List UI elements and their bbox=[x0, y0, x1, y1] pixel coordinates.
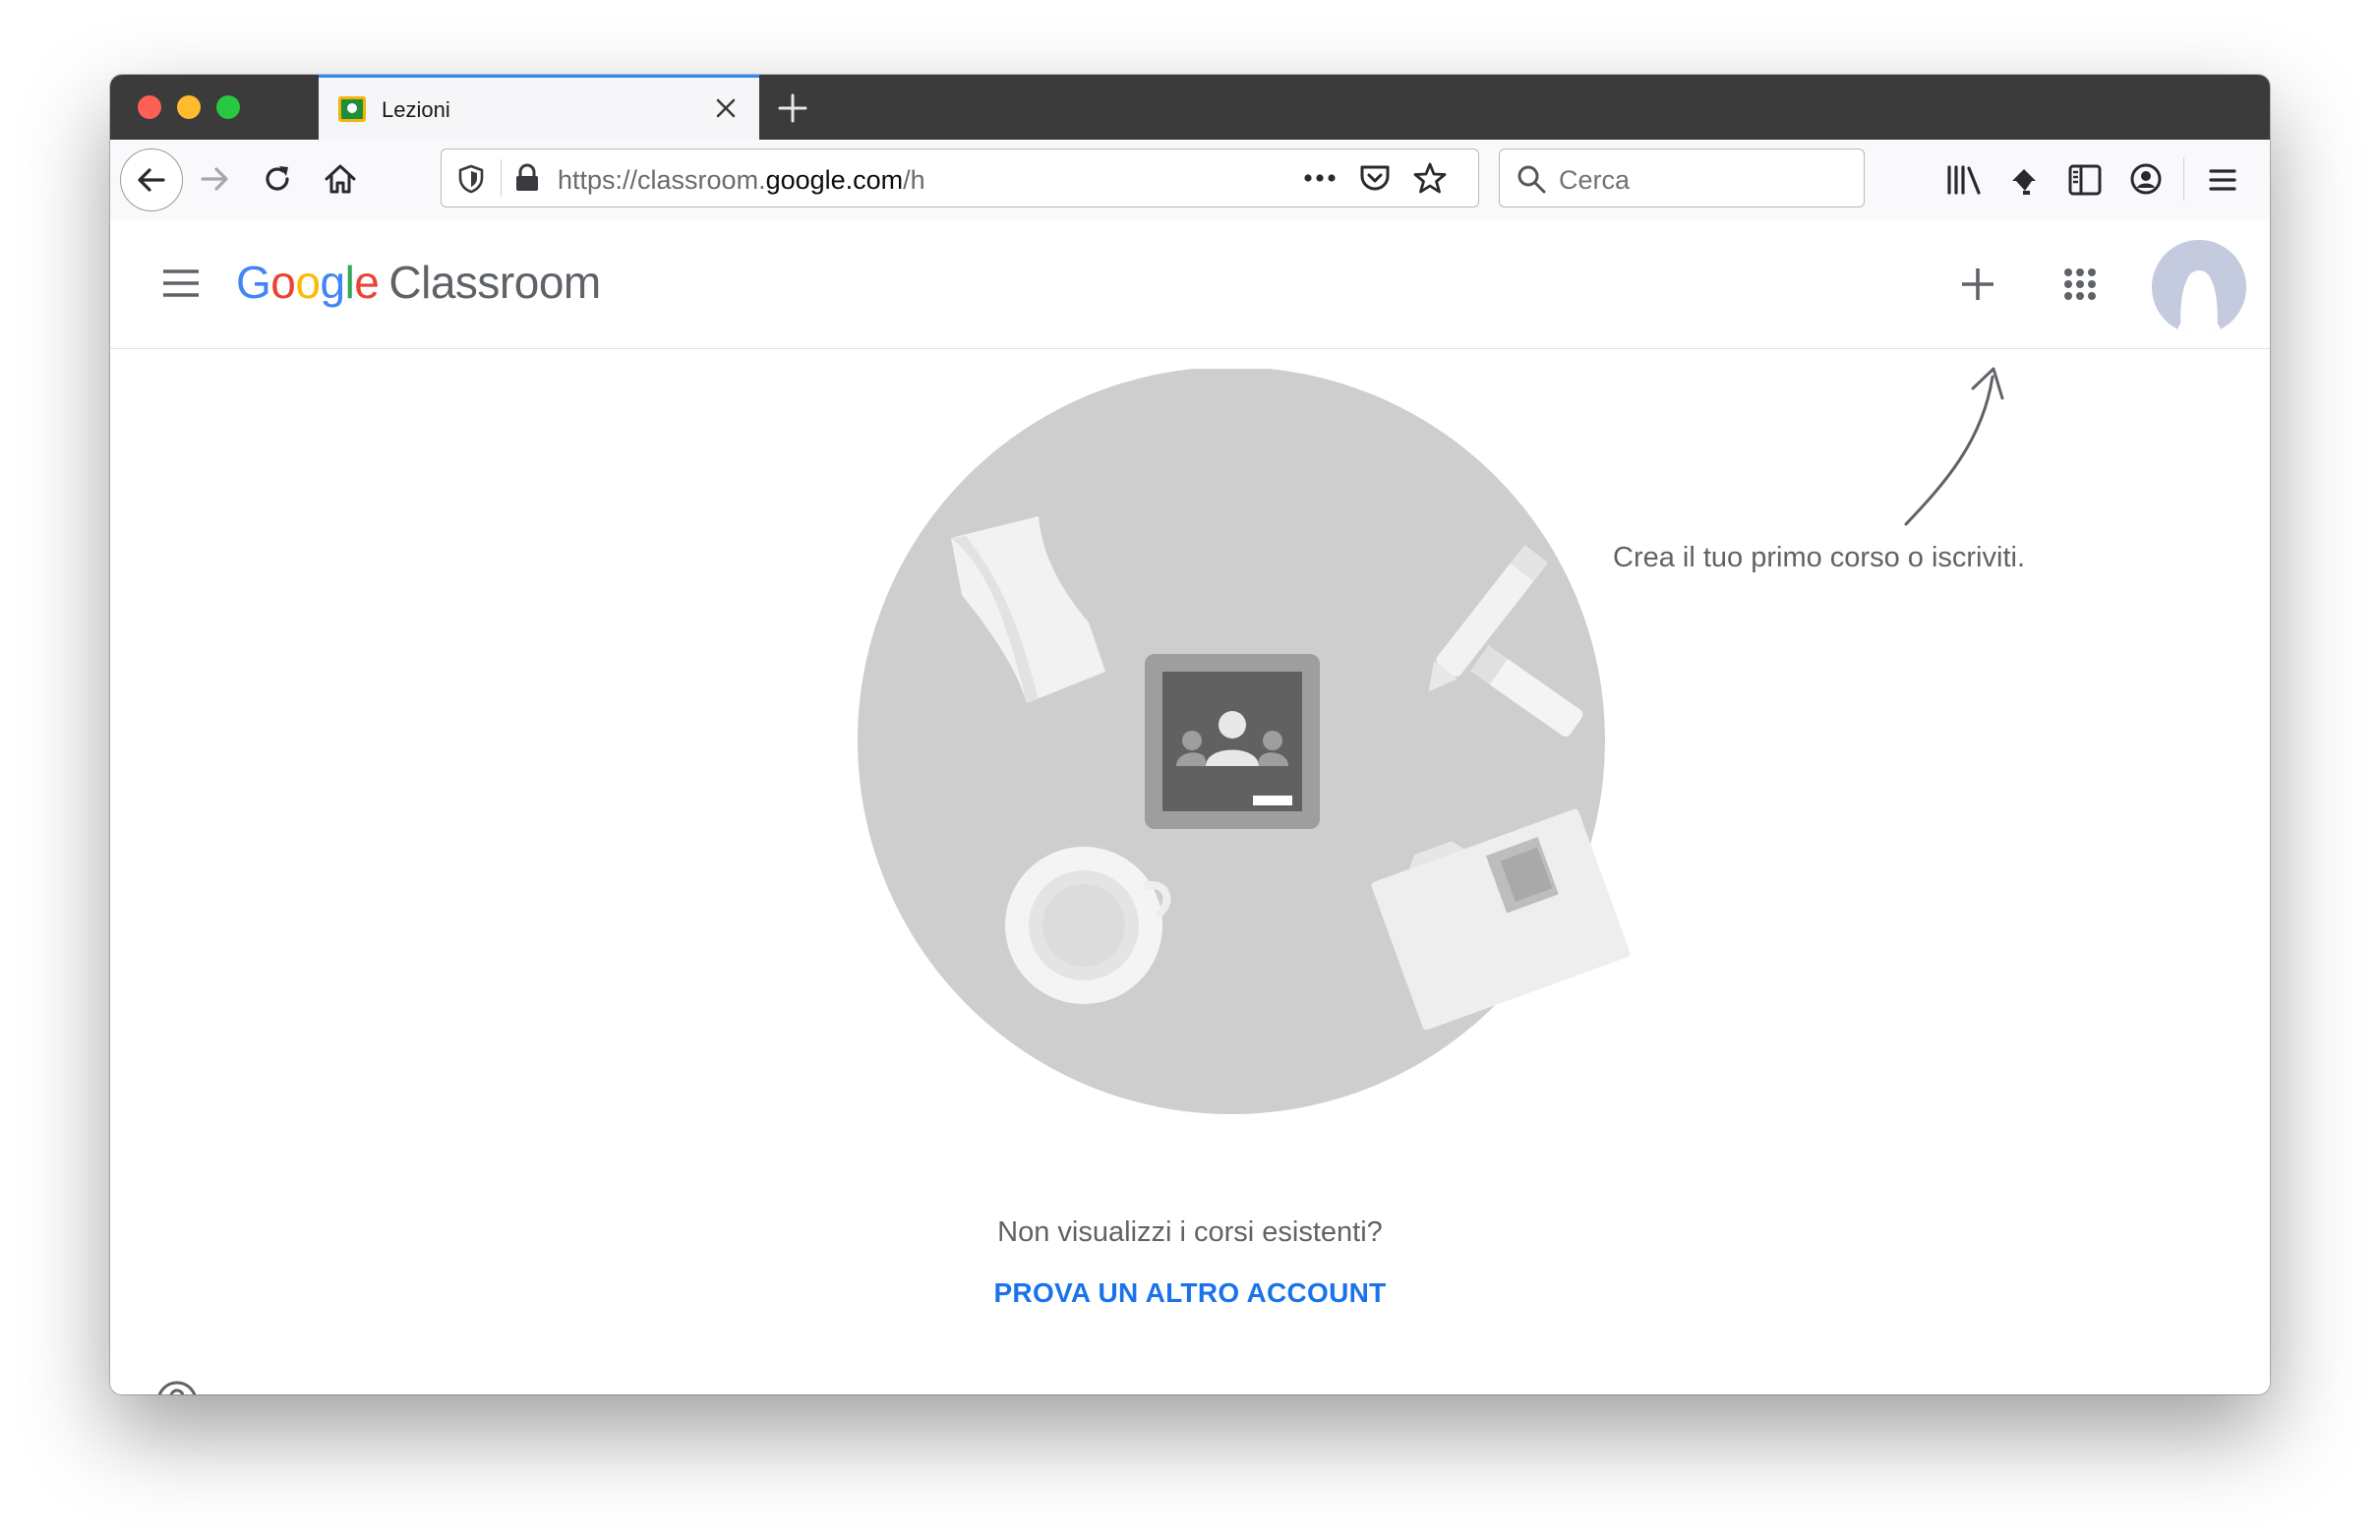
default-avatar-icon bbox=[2152, 240, 2246, 334]
tab-strip: Lezioni bbox=[110, 75, 2270, 140]
empty-classroom-illustration bbox=[858, 369, 1631, 1114]
zoom-window-button[interactable] bbox=[216, 95, 240, 119]
url-path: /h bbox=[903, 165, 925, 195]
arrow-left-icon bbox=[138, 168, 165, 192]
browser-window: Lezioni https://classroom.google.com/h C… bbox=[110, 75, 2270, 1394]
account-icon[interactable] bbox=[2128, 161, 2164, 197]
sidebar-toggle-icon[interactable] bbox=[2067, 163, 2103, 197]
forward-button[interactable] bbox=[187, 151, 242, 207]
search-icon bbox=[1517, 165, 1546, 194]
reload-button[interactable] bbox=[250, 151, 305, 207]
url-bar[interactable]: https://classroom.google.com/h bbox=[441, 148, 1479, 207]
plus-icon bbox=[1962, 268, 1993, 300]
main-menu-icon[interactable] bbox=[159, 266, 203, 301]
help-icon[interactable] bbox=[155, 1380, 199, 1394]
arrow-right-icon bbox=[201, 167, 228, 191]
url-separator bbox=[501, 159, 502, 197]
search-placeholder: Cerca bbox=[1559, 165, 1631, 195]
search-bar[interactable]: Cerca bbox=[1499, 148, 1865, 207]
account-avatar[interactable] bbox=[2152, 240, 2246, 334]
logo-letter-g2: g bbox=[320, 257, 345, 308]
create-or-join-button[interactable] bbox=[1951, 258, 2004, 311]
toolbar-divider bbox=[2183, 157, 2184, 201]
back-button[interactable] bbox=[120, 148, 183, 211]
hint-arrow-icon bbox=[1904, 367, 2004, 526]
minimize-window-button[interactable] bbox=[177, 95, 201, 119]
tab-lezioni[interactable]: Lezioni bbox=[319, 75, 759, 140]
url-prefix: https://classroom. bbox=[558, 165, 766, 195]
try-other-account-link[interactable]: PROVA UN ALTRO ACCOUNT bbox=[110, 1277, 2270, 1309]
reload-icon bbox=[266, 166, 289, 191]
url-text[interactable]: https://classroom.google.com/h bbox=[558, 165, 925, 196]
new-tab-button[interactable] bbox=[775, 90, 810, 126]
google-apps-button[interactable] bbox=[2053, 258, 2107, 311]
apps-grid-icon bbox=[2064, 268, 2096, 300]
notification-bell-icon[interactable] bbox=[2006, 161, 2044, 199]
tab-title: Lezioni bbox=[382, 97, 450, 122]
logo-letter-o1: o bbox=[270, 257, 296, 308]
pocket-icon[interactable] bbox=[1358, 162, 1392, 194]
tracking-shield-icon[interactable] bbox=[457, 164, 485, 194]
navigation-toolbar: https://classroom.google.com/h Cerca bbox=[110, 140, 2270, 221]
hamburger-menu-icon[interactable] bbox=[2205, 165, 2240, 195]
classroom-header: Google Classroom bbox=[110, 220, 2270, 349]
home-button[interactable] bbox=[313, 151, 368, 207]
google-classroom-logo[interactable]: Google Classroom bbox=[236, 256, 601, 309]
classroom-favicon-icon bbox=[338, 96, 366, 122]
logo-letter-l: l bbox=[344, 257, 355, 308]
logo-letter-g1: G bbox=[236, 257, 271, 308]
home-icon bbox=[325, 164, 356, 194]
lock-icon[interactable] bbox=[514, 163, 540, 193]
logo-product-name: Classroom bbox=[388, 257, 601, 308]
library-icon[interactable] bbox=[1945, 163, 1983, 197]
main-content: Crea il tuo primo corso o iscriviti. Non… bbox=[110, 349, 2270, 1394]
no-courses-message: Non visualizzi i corsi esistenti? bbox=[997, 1216, 1383, 1248]
close-tab-icon[interactable] bbox=[712, 94, 740, 122]
close-window-button[interactable] bbox=[138, 95, 161, 119]
logo-letter-o2: o bbox=[295, 257, 321, 308]
logo-letter-e: e bbox=[354, 257, 380, 308]
bookmark-star-icon[interactable] bbox=[1413, 161, 1447, 195]
page-actions-icon[interactable] bbox=[1303, 172, 1337, 184]
url-domain: google.com bbox=[765, 165, 904, 195]
